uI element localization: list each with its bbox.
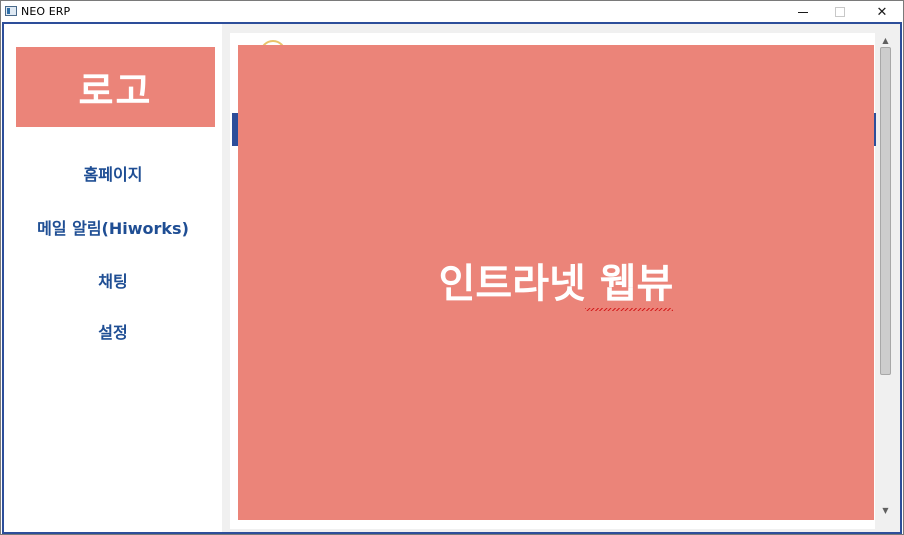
- logo-text: 로고: [78, 68, 153, 113]
- close-button[interactable]: ✕: [861, 2, 903, 22]
- spellcheck-underline: [585, 307, 674, 311]
- scroll-down-button[interactable]: ▼: [877, 503, 894, 517]
- minimize-button[interactable]: [782, 2, 824, 22]
- maximize-button[interactable]: [819, 2, 861, 22]
- webview-label-text: 인트라넷 웹뷰: [438, 260, 674, 307]
- maximize-icon: [835, 7, 845, 17]
- logo: 로고: [16, 47, 215, 127]
- vertical-scrollbar[interactable]: ▲ ▼: [877, 33, 894, 517]
- nav-homepage[interactable]: 홈페이지: [4, 161, 222, 185]
- nav-mail-alert[interactable]: 메일 알림(Hiworks): [4, 215, 222, 239]
- chevron-down-icon: ▼: [882, 505, 889, 515]
- intranet-webview[interactable]: 인트라넷 웹뷰: [238, 45, 874, 520]
- close-icon: ✕: [876, 4, 888, 20]
- chevron-up-icon: ▲: [882, 35, 889, 45]
- minimize-icon: [798, 11, 808, 13]
- app-window: NEO ERP ✕ 로고 홈페이지 메일 알림(Hiworks) 채팅 설정 인…: [0, 0, 904, 535]
- client-area: 로고 홈페이지 메일 알림(Hiworks) 채팅 설정 인트라넷 웹뷰 ▲ ▼: [2, 22, 902, 534]
- title-bar[interactable]: NEO ERP ✕: [2, 2, 902, 22]
- window-title: NEO ERP: [21, 5, 71, 18]
- nav-chat[interactable]: 채팅: [4, 268, 222, 292]
- webview-label: 인트라넷 웹뷰: [438, 251, 674, 311]
- scroll-up-button[interactable]: ▲: [877, 33, 894, 47]
- scroll-thumb[interactable]: [880, 47, 891, 375]
- app-icon: [5, 6, 17, 16]
- nav-settings[interactable]: 설정: [4, 319, 222, 343]
- sidebar: 로고 홈페이지 메일 알림(Hiworks) 채팅 설정: [4, 24, 222, 532]
